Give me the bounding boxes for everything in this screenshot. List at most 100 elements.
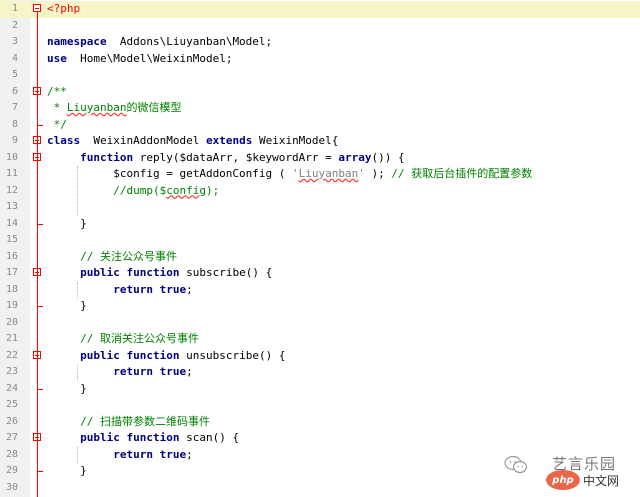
code-line[interactable]: 13 [0, 199, 640, 216]
code-token: // 获取后台插件的配置参数 [391, 167, 533, 180]
code-line[interactable]: 3 namespace Addons\Liuyanban\Model; [0, 34, 640, 51]
code-line[interactable]: 20 [0, 315, 640, 332]
line-number: 2 [11, 19, 18, 31]
line-number: 10 [5, 151, 18, 163]
code-editor[interactable]: 1 <?php 2 3 namespace Addons\Liuyanban\Model… [0, 0, 640, 497]
code-token: // 关注公众号事件 [80, 249, 177, 263]
code-line[interactable]: 23 return true; [0, 364, 640, 381]
code-line[interactable]: 22 public function unsubscribe() { [0, 348, 640, 365]
code-line[interactable]: 5 [0, 67, 640, 84]
fold-toggle-icon[interactable] [33, 4, 41, 12]
code-token: } [47, 216, 87, 230]
code-line[interactable]: 15 [0, 232, 640, 249]
code-token: WeixinModel{ [252, 134, 339, 147]
code-token: * [47, 101, 67, 114]
code-line[interactable]: 14 } [0, 215, 640, 233]
code-token: ); [205, 183, 220, 197]
code-token: */ [47, 117, 67, 131]
code-line[interactable]: 16 // 关注公众号事件 [0, 249, 640, 266]
line-number: 18 [5, 283, 18, 295]
code-token: true [159, 447, 187, 461]
line-number: 7 [11, 102, 18, 113]
code-line[interactable]: 7 * Liuyanban的微信模型 [0, 100, 640, 117]
code-line[interactable]: 17 public function subscribe() { [0, 265, 640, 282]
code-line[interactable]: 30 [0, 480, 640, 497]
code-token: function [126, 266, 180, 279]
code-token: ; [186, 365, 193, 378]
code-text: //dump($config); [47, 183, 219, 200]
code-token: public [80, 348, 120, 362]
line-number: 16 [5, 250, 18, 262]
code-token: $config = getAddonConfig ( [47, 167, 293, 180]
code-token: function [126, 431, 180, 444]
code-text: * Liuyanban的微信模型 [47, 100, 182, 117]
code-token: } [47, 381, 87, 395]
code-text: return true; [47, 447, 193, 464]
code-line[interactable]: 6 /** [0, 84, 640, 101]
code-text: public function scan() { [47, 430, 239, 447]
code-token: reply($dataArr, $keywordArr = [133, 150, 339, 164]
code-line[interactable]: 19 } [0, 298, 640, 315]
code-text: return true; [47, 282, 193, 299]
code-token: array [338, 150, 372, 164]
line-number: 30 [5, 481, 18, 493]
code-line[interactable]: 8 */ [0, 116, 640, 134]
line-number: 13 [5, 201, 18, 212]
code-token: ()) { [371, 150, 405, 164]
code-token: <?php [47, 2, 81, 15]
code-line[interactable]: 27 public function scan() { [0, 430, 640, 447]
code-text: public function unsubscribe() { [47, 348, 285, 365]
line-number: 24 [5, 382, 18, 394]
code-text: function reply($dataArr, $keywordArr = a… [47, 150, 405, 167]
code-token: extends [205, 134, 253, 147]
code-line[interactable]: 2 [0, 18, 640, 35]
code-text: } [47, 463, 87, 480]
code-line[interactable]: 18 return true; [0, 282, 640, 299]
code-line[interactable]: 12 //dump($config); [0, 183, 640, 200]
code-token: ' [292, 167, 299, 180]
code-line[interactable]: 29 } [0, 463, 640, 480]
line-number: 3 [11, 36, 18, 47]
code-line[interactable]: 4 use Home\Model\WeixinModel; [0, 51, 640, 68]
code-token: return [113, 447, 153, 461]
code-text: // 关注公众号事件 [47, 249, 177, 266]
line-number: 29 [5, 465, 18, 476]
code-line[interactable]: 28 return true; [0, 447, 640, 464]
code-token: Liuyanban [66, 101, 127, 114]
code-token: 的微信模型 [126, 101, 182, 114]
code-token: use [47, 51, 67, 65]
line-number: 9 [11, 135, 18, 146]
code-token: //dump($ [113, 183, 167, 197]
code-line[interactable]: 25 [0, 397, 640, 414]
code-token: /** [47, 84, 67, 98]
code-text: } [47, 298, 87, 315]
line-number: 28 [5, 448, 18, 460]
line-number: 27 [5, 432, 18, 443]
code-token: // 扫描带参数二维码事件 [80, 414, 210, 428]
line-number: 1 [11, 3, 18, 14]
code-line[interactable]: 24 } [0, 380, 640, 398]
php-logo: php [546, 470, 580, 490]
line-number: 11 [5, 168, 18, 179]
line-number: 20 [5, 316, 18, 328]
line-number: 12 [5, 184, 18, 196]
code-line[interactable]: 26 // 扫描带参数二维码事件 [0, 414, 640, 431]
code-line[interactable]: 10 function reply($dataArr, $keywordArr … [0, 150, 640, 167]
code-text: $config = getAddonConfig ( 'Liuyanban' )… [47, 166, 532, 183]
code-token: } [47, 299, 87, 312]
line-number: 25 [5, 399, 18, 410]
code-token: true [159, 365, 187, 378]
code-line[interactable]: 21 // 取消关注公众号事件 [0, 331, 640, 348]
code-line[interactable]: 1 <?php [0, 1, 640, 18]
code-token: ; [186, 447, 193, 461]
code-line[interactable]: 11 $config = getAddonConfig ( 'Liuyanban… [0, 166, 640, 183]
code-line[interactable]: 9 class WeixinAddonModel extends WeixinMo… [0, 133, 640, 150]
line-number: 5 [11, 69, 18, 80]
